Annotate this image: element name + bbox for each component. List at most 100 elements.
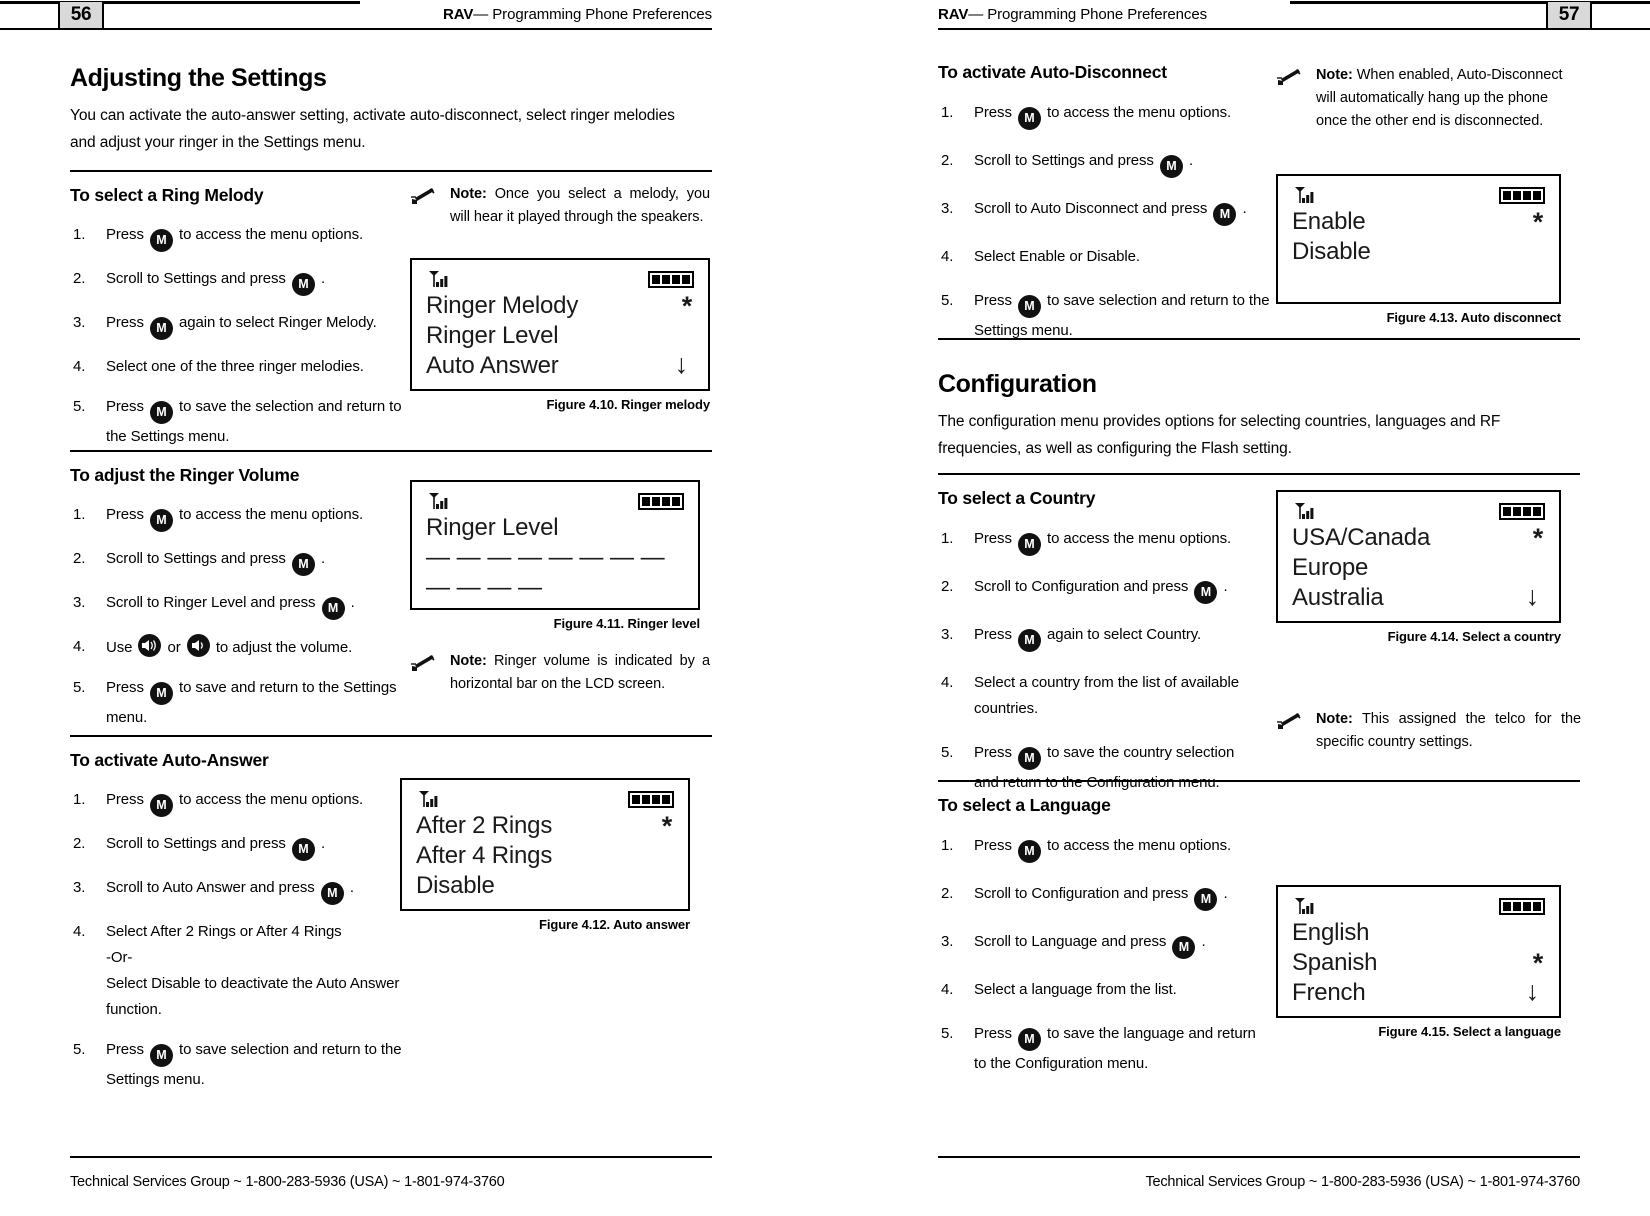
battery-icon bbox=[628, 791, 674, 808]
menu-button-icon: M bbox=[1017, 107, 1041, 130]
step-number: 4. bbox=[73, 358, 86, 375]
header-title: RAV— Programming Phone Preferences bbox=[443, 4, 712, 26]
list-item: 5. Press M to save the language and retur… bbox=[938, 1021, 1258, 1077]
step-number: 1. bbox=[941, 104, 954, 121]
lcd-line-text: Disable bbox=[1292, 238, 1371, 265]
step-text-pre: Press bbox=[106, 679, 144, 696]
note-ringer-volume: Note: Ringer volume is indicated by a ho… bbox=[410, 650, 710, 696]
step-text-pre: Press bbox=[974, 837, 1012, 854]
lcd-line-text: After 4 Rings bbox=[416, 842, 553, 869]
step-text-post: to access the menu options. bbox=[1047, 530, 1232, 547]
step-number: 5. bbox=[73, 1041, 86, 1058]
list-item: 1. Press M to access the menu options. bbox=[70, 502, 420, 532]
step-text-pre: Press bbox=[106, 1041, 144, 1058]
intro-paragraph: The configuration menu provides options … bbox=[938, 413, 1501, 457]
lcd-line: English bbox=[1292, 918, 1545, 948]
step-text-post: . bbox=[320, 270, 326, 287]
figure-caption: Figure 4.12. Auto answer bbox=[539, 917, 690, 932]
document-spread: 56 RAV— Programming Phone Preferences Ad… bbox=[0, 0, 1650, 1216]
list-item: 1. Press M to access the menu options. bbox=[938, 833, 1258, 863]
lcd-line: Ringer Level bbox=[426, 513, 684, 543]
step-number: 2. bbox=[73, 835, 86, 852]
step-list: 1. Press M to access the menu options. 2.… bbox=[938, 526, 1258, 796]
selection-asterisk: * bbox=[661, 811, 673, 841]
list-item: 5. Press M to save and return to the Sett… bbox=[70, 675, 420, 731]
lcd-line-text: Spanish bbox=[1292, 949, 1378, 976]
step-text-pre: Press bbox=[106, 506, 144, 523]
lcd-status-bar bbox=[1292, 185, 1545, 207]
step-text-pre: Press bbox=[106, 791, 144, 808]
list-item: 3. Press M again to select Country. bbox=[938, 622, 1258, 652]
step-number: 2. bbox=[73, 270, 86, 287]
pointing-hand-icon bbox=[1276, 68, 1302, 91]
menu-button-icon: M bbox=[291, 838, 315, 861]
figure-caption: Figure 4.10. Ringer melody bbox=[546, 397, 710, 412]
list-item: 3. Scroll to Ringer Level and press M . bbox=[70, 590, 420, 620]
lcd-line: Auto Answer ↓ bbox=[426, 349, 694, 381]
menu-button-icon: M bbox=[1017, 295, 1041, 318]
header-rule-top bbox=[1290, 1, 1650, 4]
pointing-hand-icon bbox=[410, 654, 436, 677]
section-select-language: To select a Language 1. Press M to access… bbox=[938, 780, 1580, 1091]
lcd-screen: USA/Canada * Europe Australia ↓ bbox=[1276, 490, 1561, 623]
list-item: 5. Press M to save selection and return t… bbox=[938, 288, 1278, 344]
header-subject: Programming Phone Preferences bbox=[987, 6, 1207, 23]
step-number: 4. bbox=[941, 674, 954, 691]
step-text-pre: Use bbox=[106, 639, 133, 656]
lcd-line-text: Ringer Melody bbox=[426, 292, 579, 319]
note-text: When enabled, Auto-Disconnect will autom… bbox=[1316, 67, 1563, 129]
step-number: 3. bbox=[73, 314, 86, 331]
section-auto-disconnect: To activate Auto-Disconnect 1. Press M to… bbox=[938, 62, 1580, 358]
step-list: 1. Press M to access the menu options. 2.… bbox=[70, 502, 420, 731]
figure-caption: Figure 4.15. Select a language bbox=[1378, 1024, 1561, 1039]
step-number: 4. bbox=[941, 981, 954, 998]
page-56: 56 RAV— Programming Phone Preferences Ad… bbox=[0, 0, 825, 1216]
lcd-screen: Ringer Level — — — — — — — — — — — — bbox=[410, 480, 700, 610]
scroll-down-arrow-icon: ↓ bbox=[674, 349, 689, 379]
step-text-pre: Scroll to Settings and press bbox=[106, 270, 286, 287]
list-item: 1. Press M to access the menu options. bbox=[938, 100, 1278, 130]
lcd-line-text: French bbox=[1292, 979, 1366, 1006]
step-number: 3. bbox=[941, 626, 954, 643]
step-text-pre: Select Enable or Disable. bbox=[974, 248, 1140, 265]
note-ring-melody: Note: Once you select a melody, you will… bbox=[410, 183, 710, 229]
lcd-line-text: Australia bbox=[1292, 584, 1384, 611]
step-text-post: to save selection and return to the Sett… bbox=[974, 292, 1270, 339]
lcd-line: USA/Canada * bbox=[1292, 523, 1545, 553]
menu-button-icon: M bbox=[1017, 1028, 1041, 1051]
lcd-line-text: Europe bbox=[1292, 554, 1369, 581]
menu-button-icon: M bbox=[1159, 155, 1183, 178]
step-text-pre: Select After 2 Rings or After 4 Rings bbox=[106, 923, 342, 940]
section-heading: To select a Language bbox=[938, 795, 1111, 815]
section-auto-answer: To activate Auto-Answer 1. Press M to acc… bbox=[70, 735, 712, 1107]
lcd-screen: After 2 Rings * After 4 Rings Disable bbox=[400, 778, 690, 911]
step-list: 1. Press M to access the menu options. 2.… bbox=[70, 787, 410, 1093]
list-item: 5. Press M to save the selection and retu… bbox=[70, 394, 420, 450]
section-divider bbox=[938, 338, 1580, 340]
step-text-pre: Press bbox=[974, 744, 1012, 761]
selection-asterisk: * bbox=[1532, 948, 1544, 978]
step-text-pre: Press bbox=[974, 292, 1012, 309]
section-divider bbox=[70, 450, 712, 452]
lcd-line-text: After 2 Rings bbox=[416, 812, 553, 839]
section-ringer-volume: To adjust the Ringer Volume 1. Press M to… bbox=[70, 450, 712, 745]
figure-caption: Figure 4.14. Select a country bbox=[1387, 629, 1561, 644]
list-item: 3. Scroll to Auto Disconnect and press M … bbox=[938, 196, 1278, 226]
step-text-alt: Select Disable to deactivate the Auto An… bbox=[106, 975, 400, 1018]
list-item: 4. Select a language from the list. bbox=[938, 977, 1258, 1003]
step-text-post: again to select Ringer Melody. bbox=[179, 314, 377, 331]
step-number: 4. bbox=[73, 638, 86, 655]
step-text-pre: Scroll to Settings and press bbox=[106, 550, 286, 567]
footer-right: Technical Services Group ~ 1-800-283-593… bbox=[938, 1156, 1580, 1216]
step-text-pre: Press bbox=[106, 314, 144, 331]
list-item: 4. Select a country from the list of avai… bbox=[938, 670, 1258, 722]
list-item: 2. Scroll to Configuration and press M . bbox=[938, 881, 1258, 911]
lcd-screen: English Spanish * French ↓ bbox=[1276, 885, 1561, 1018]
step-number: 5. bbox=[941, 1025, 954, 1042]
header-subject: Programming Phone Preferences bbox=[492, 6, 712, 23]
running-head-right: 57 RAV— Programming Phone Preferences bbox=[825, 0, 1650, 30]
menu-button-icon: M bbox=[291, 273, 315, 296]
figure-4-10: Ringer Melody * Ringer Level Auto Answer ↓… bbox=[410, 258, 710, 412]
lcd-line-text: Auto Answer bbox=[426, 352, 559, 379]
lcd-line-text: USA/Canada bbox=[1292, 524, 1431, 551]
